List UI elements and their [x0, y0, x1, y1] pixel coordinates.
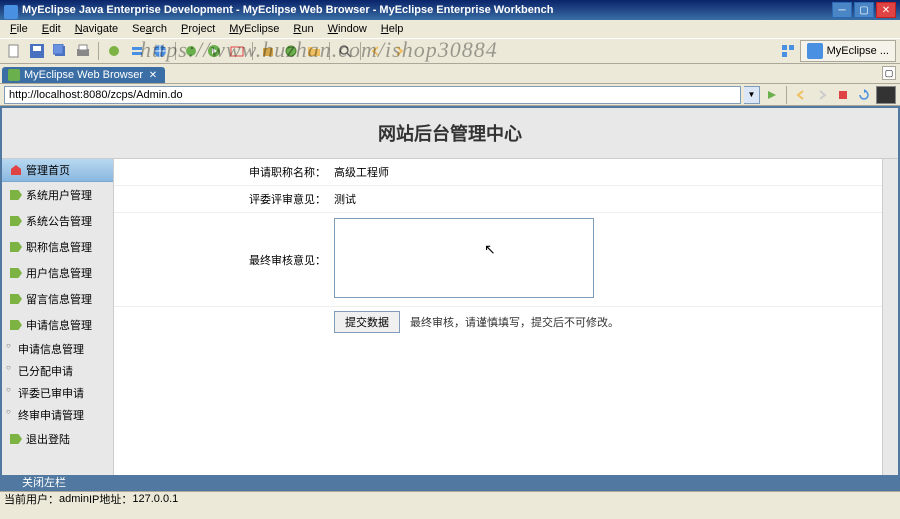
- new-package-icon[interactable]: [258, 41, 278, 61]
- vertical-scrollbar[interactable]: [882, 159, 898, 475]
- deploy-icon[interactable]: [104, 41, 124, 61]
- status-user-label: 当前用户：: [4, 491, 59, 507]
- new-icon[interactable]: [4, 41, 24, 61]
- maximize-editor-icon[interactable]: ▢: [882, 66, 896, 80]
- tab-label: MyEclipse Web Browser: [24, 69, 143, 81]
- toolbar-separator: [98, 42, 99, 60]
- page-body: 管理首页 系统用户管理 系统公告管理 职称信息管理 用户信息管理 留言信息管理 …: [2, 159, 898, 475]
- nav-message[interactable]: 留言信息管理: [2, 286, 113, 312]
- status-ip: 127.0.0.1: [132, 493, 178, 505]
- maximize-button[interactable]: ▢: [854, 2, 874, 18]
- go-icon[interactable]: [763, 86, 781, 104]
- sub-reviewed[interactable]: 评委已审申请: [2, 382, 113, 404]
- url-dropdown-icon[interactable]: ▼: [744, 86, 760, 104]
- window-titlebar: MyEclipse Java Enterprise Development - …: [0, 0, 900, 20]
- title-value: 高级工程师: [334, 161, 882, 183]
- sub-application-manage[interactable]: 申请信息管理: [2, 338, 113, 360]
- forward-icon[interactable]: [813, 86, 831, 104]
- debug-icon[interactable]: [181, 41, 201, 61]
- menu-search[interactable]: Search: [126, 22, 173, 36]
- toolbar-separator-4: [329, 42, 330, 60]
- submit-button[interactable]: 提交数据: [334, 311, 400, 333]
- statusbar: 当前用户： admin IP地址： 127.0.0.1: [0, 491, 900, 505]
- page-footer: 关闭左栏: [2, 475, 898, 489]
- menubar: File Edit Navigate Search Project MyEcli…: [0, 20, 900, 38]
- menu-project[interactable]: Project: [175, 22, 221, 36]
- webpage: 网站后台管理中心 管理首页 系统用户管理 系统公告管理 职称信息管理 用户信息管…: [2, 108, 898, 489]
- server-icon[interactable]: [127, 41, 147, 61]
- editor-tabbar: MyEclipse Web Browser ✕ ▢: [0, 64, 900, 84]
- new-folder-icon[interactable]: [304, 41, 324, 61]
- main-panel: 申请职称名称： 高级工程师 评委评审意见： 测试 最终审核意见： 提交数据 最终…: [114, 159, 882, 475]
- review-label: 评委评审意见：: [114, 188, 334, 210]
- perspective-myeclipse[interactable]: MyEclipse ...: [800, 40, 896, 62]
- status-user: admin: [59, 493, 89, 505]
- search-icon[interactable]: [335, 41, 355, 61]
- minimize-button[interactable]: ─: [832, 2, 852, 18]
- menu-myeclipse[interactable]: MyEclipse: [223, 22, 285, 36]
- addr-separator: [786, 86, 787, 104]
- home-icon: [10, 164, 22, 176]
- open-perspective-icon[interactable]: [778, 41, 798, 61]
- final-opinion-textarea[interactable]: [334, 218, 594, 298]
- toolbar-separator-5: [360, 42, 361, 60]
- collapse-sidebar-link[interactable]: 关闭左栏: [22, 474, 66, 490]
- save-all-icon[interactable]: [50, 41, 70, 61]
- nav-user-info[interactable]: 用户信息管理: [2, 260, 113, 286]
- new-class-icon[interactable]: [281, 41, 301, 61]
- final-label: 最终审核意见：: [114, 249, 334, 271]
- menu-file[interactable]: File: [4, 22, 34, 36]
- stop-icon[interactable]: [834, 86, 852, 104]
- nav-notice[interactable]: 系统公告管理: [2, 208, 113, 234]
- browser-addressbar: ▼: [0, 84, 900, 106]
- toolbar-separator-3: [252, 42, 253, 60]
- nav-application[interactable]: 申请信息管理: [2, 312, 113, 338]
- perspective-switcher: MyEclipse ...: [778, 40, 896, 62]
- nav-title-info[interactable]: 职称信息管理: [2, 234, 113, 260]
- toolbar-separator-2: [175, 42, 176, 60]
- browser-icon[interactable]: [150, 41, 170, 61]
- menu-window[interactable]: Window: [322, 22, 373, 36]
- nav-system-user[interactable]: 系统用户管理: [2, 182, 113, 208]
- print-icon[interactable]: [73, 41, 93, 61]
- close-button[interactable]: ✕: [876, 2, 896, 18]
- menu-run[interactable]: Run: [287, 22, 319, 36]
- menu-navigate[interactable]: Navigate: [69, 22, 124, 36]
- nav-home[interactable]: 管理首页: [2, 159, 113, 182]
- bookmark-icon[interactable]: [876, 86, 896, 104]
- toolbar: https://www.huzhan.com/ishop30884 MyEcli…: [0, 38, 900, 64]
- nav-logout[interactable]: 退出登陆: [2, 426, 113, 452]
- save-icon[interactable]: [27, 41, 47, 61]
- back-icon[interactable]: [792, 86, 810, 104]
- perspective-label: MyEclipse ...: [827, 45, 889, 57]
- page-title: 网站后台管理中心: [2, 108, 898, 159]
- tab-close-icon[interactable]: ✕: [147, 69, 159, 81]
- external-icon[interactable]: [227, 41, 247, 61]
- menu-help[interactable]: Help: [375, 22, 410, 36]
- admin-sidebar: 管理首页 系统用户管理 系统公告管理 职称信息管理 用户信息管理 留言信息管理 …: [2, 159, 114, 475]
- run-icon[interactable]: [204, 41, 224, 61]
- review-value: 测试: [334, 188, 882, 210]
- sub-final[interactable]: 终审申请管理: [2, 404, 113, 426]
- submit-note: 最终审核，请谨慎填写，提交后不可修改。: [410, 314, 619, 330]
- forward-nav-icon[interactable]: [389, 41, 409, 61]
- window-title: MyEclipse Java Enterprise Development - …: [4, 4, 832, 16]
- myeclipse-icon: [807, 43, 823, 59]
- url-input[interactable]: [4, 86, 741, 104]
- content-area: 网站后台管理中心 管理首页 系统用户管理 系统公告管理 职称信息管理 用户信息管…: [0, 106, 900, 491]
- refresh-icon[interactable]: [855, 86, 873, 104]
- menu-edit[interactable]: Edit: [36, 22, 67, 36]
- sub-assigned[interactable]: 已分配申请: [2, 360, 113, 382]
- title-label: 申请职称名称：: [114, 161, 334, 183]
- status-ip-label: IP地址：: [89, 491, 132, 507]
- back-nav-icon[interactable]: [366, 41, 386, 61]
- browser-tab-icon: [8, 69, 20, 81]
- tab-web-browser[interactable]: MyEclipse Web Browser ✕: [2, 67, 165, 83]
